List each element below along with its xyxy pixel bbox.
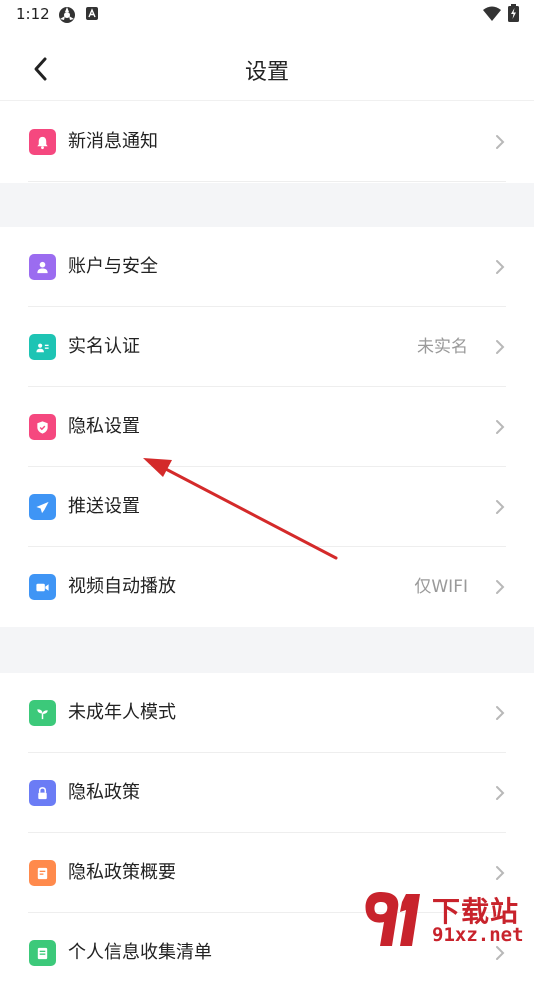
chevron-right-icon: [496, 135, 505, 149]
chevron-right-icon: [496, 706, 505, 720]
settings-row-minor-mode[interactable]: 未成年人模式: [0, 673, 534, 753]
settings-row-account-security[interactable]: 账户与安全: [0, 227, 534, 307]
chevron-right-icon: [496, 580, 505, 594]
wifi-icon: [483, 6, 501, 21]
row-label: 推送设置: [68, 496, 140, 517]
bell-icon: [29, 129, 56, 155]
settings-row-privacy-settings[interactable]: 隐私设置: [0, 387, 534, 467]
status-time: 1:12: [16, 5, 50, 23]
lock-icon: [29, 780, 56, 806]
row-label: 新消息通知: [68, 131, 158, 152]
document-icon: [29, 860, 56, 886]
status-bar: 1:12: [0, 0, 534, 30]
section-gap: [0, 183, 534, 227]
sync-status-icon: [59, 7, 75, 23]
settings-group-account: 账户与安全 实名认证 未实名 隐私设置 推送设置 视频自动播放 仅WIFI: [0, 227, 534, 627]
chevron-right-icon: [496, 786, 505, 800]
id-card-icon: [29, 334, 56, 360]
row-label: 隐私政策概要: [68, 862, 176, 883]
settings-row-privacy-policy[interactable]: 隐私政策: [0, 753, 534, 833]
row-divider: [28, 181, 506, 182]
row-label: 实名认证: [68, 336, 140, 357]
sprout-icon: [29, 700, 56, 726]
user-icon: [29, 254, 56, 280]
row-value: 仅WIFI: [414, 577, 468, 597]
settings-row-real-name-verification[interactable]: 实名认证 未实名: [0, 307, 534, 387]
battery-charging-icon: [508, 4, 519, 22]
row-label: 隐私政策: [68, 782, 140, 803]
row-label: 账户与安全: [68, 256, 158, 277]
row-value: 未实名: [417, 337, 468, 357]
notification-a-icon: [86, 7, 98, 20]
chevron-right-icon: [496, 340, 505, 354]
chevron-right-icon: [496, 260, 505, 274]
header: 设置: [0, 40, 534, 101]
row-label: 隐私设置: [68, 416, 140, 437]
settings-row-personal-info-list[interactable]: 个人信息收集清单: [0, 913, 534, 993]
video-icon: [29, 574, 56, 600]
chevron-right-icon: [496, 946, 505, 960]
settings-row-notifications[interactable]: 新消息通知: [0, 102, 534, 182]
row-label: 个人信息收集清单: [68, 942, 212, 963]
settings-group-notifications: 新消息通知: [0, 102, 534, 182]
shield-icon: [29, 414, 56, 440]
chevron-right-icon: [496, 420, 505, 434]
chevron-right-icon: [496, 500, 505, 514]
settings-group-policies: 未成年人模式 隐私政策 隐私政策概要 个人信息收集清单: [0, 673, 534, 993]
row-label: 视频自动播放: [68, 576, 176, 597]
settings-row-push-settings[interactable]: 推送设置: [0, 467, 534, 547]
row-label: 未成年人模式: [68, 702, 176, 723]
settings-row-privacy-policy-summary[interactable]: 隐私政策概要: [0, 833, 534, 913]
list-icon: [29, 940, 56, 966]
settings-row-video-autoplay[interactable]: 视频自动播放 仅WIFI: [0, 547, 534, 627]
page-title: 设置: [244, 60, 289, 85]
section-gap: [0, 627, 534, 673]
chevron-right-icon: [496, 866, 505, 880]
send-icon: [29, 494, 56, 520]
